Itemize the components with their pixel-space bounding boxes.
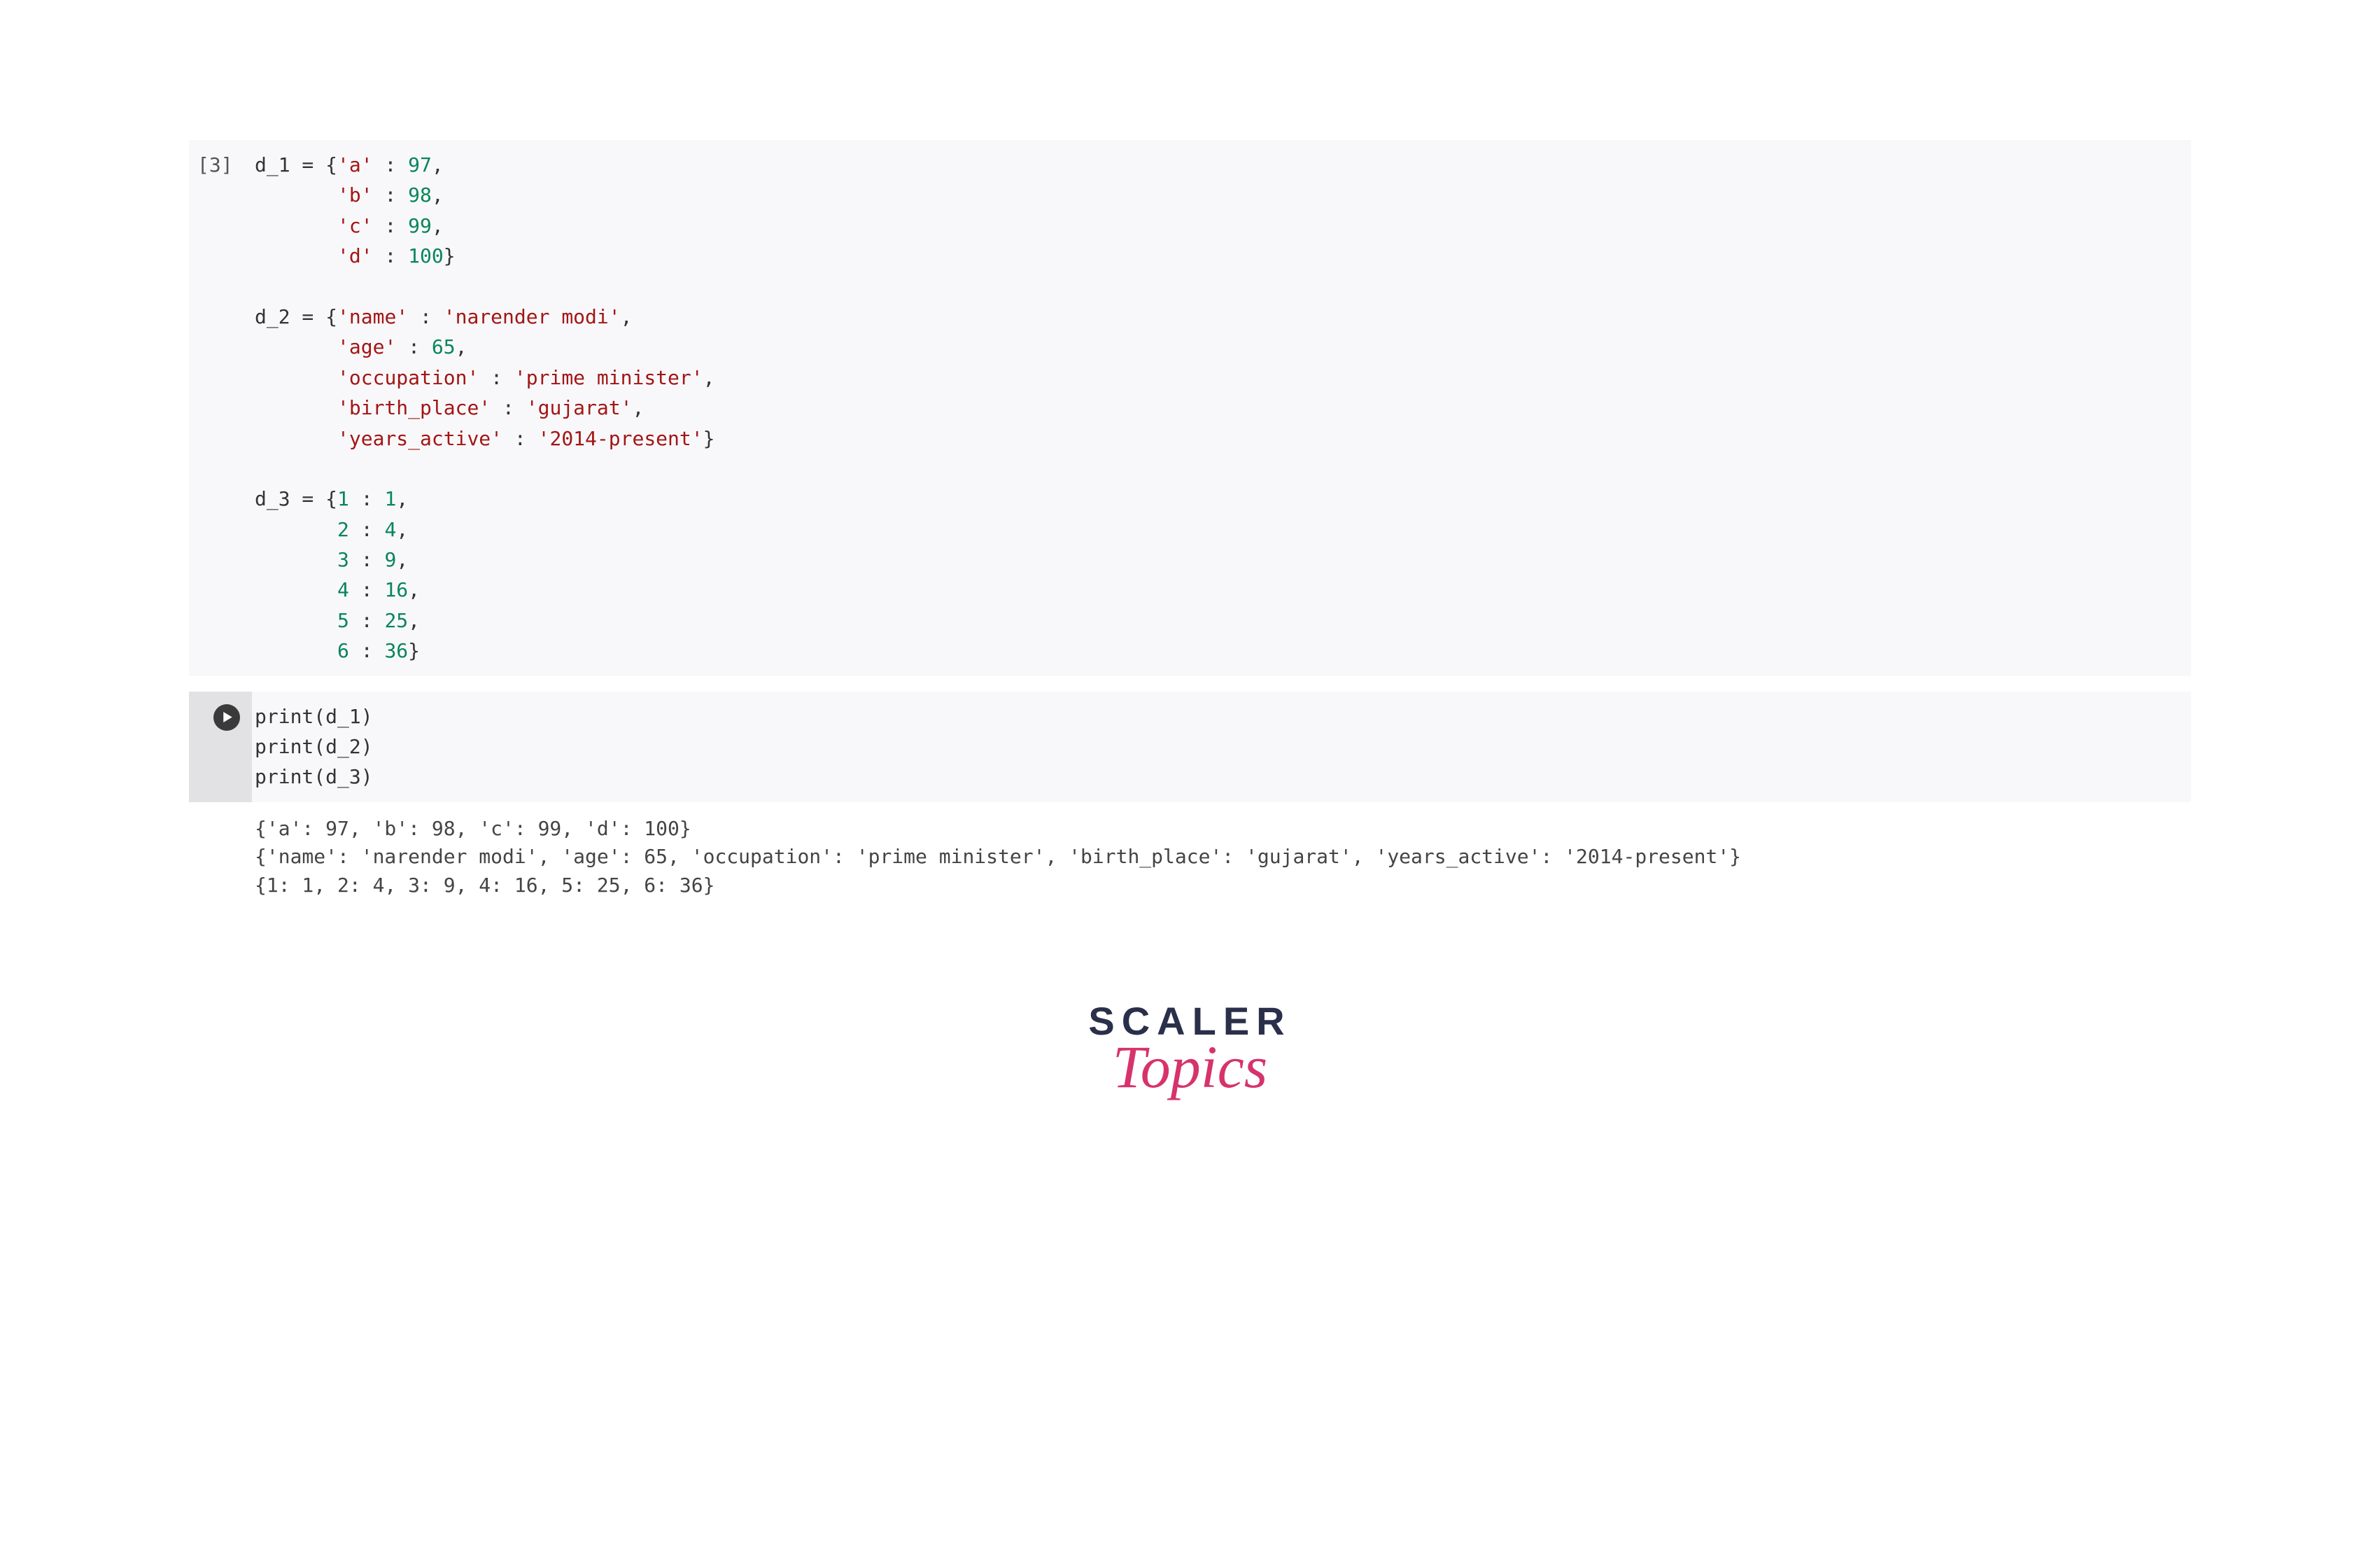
run-button[interactable] xyxy=(213,704,240,731)
logo: SCALER Topics xyxy=(189,991,2191,1088)
code-area-2[interactable]: print(d_1) print(d_2) print(d_3) xyxy=(252,692,2191,802)
cell-output: {'a': 97, 'b': 98, 'c': 99, 'd': 100} {'… xyxy=(189,815,2191,900)
code-area-1[interactable]: d_1 = {'a' : 97, 'b' : 98, 'c' : 99, 'd'… xyxy=(252,140,2191,676)
code-cell-2: print(d_1) print(d_2) print(d_3) xyxy=(189,692,2191,802)
cell-gutter-active xyxy=(189,692,252,802)
code-cell-1: [3] d_1 = {'a' : 97, 'b' : 98, 'c' : 99,… xyxy=(189,140,2191,676)
play-icon xyxy=(223,712,233,722)
execution-count: [3] xyxy=(189,140,252,676)
logo-text-topics: Topics xyxy=(189,1046,2191,1088)
